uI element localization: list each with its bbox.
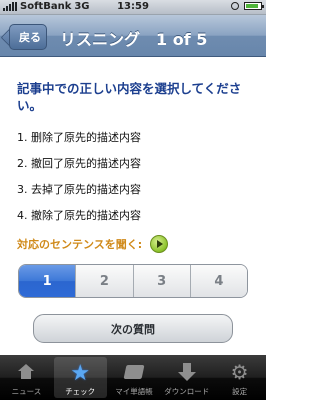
tab-label: チェック — [65, 387, 96, 396]
tab-label: ダウンロード — [164, 387, 210, 396]
tab-label: マイ単語帳 — [115, 387, 153, 396]
option-3[interactable]: 3. 去掉了原先的描述内容 — [17, 182, 141, 208]
book-icon — [122, 362, 146, 382]
tab-check[interactable]: ★ チェック — [53, 357, 107, 398]
gear-icon: ⚙ — [230, 360, 249, 384]
tab-label: ニュース — [11, 387, 42, 396]
tab-bar: ニュース ★ チェック マイ単語帳 ダウンロード ⚙ 設定 — [0, 355, 266, 400]
tab-download[interactable]: ダウンロード — [160, 355, 213, 400]
page-title: リスニング 1 of 5 — [60, 30, 208, 49]
next-question-button[interactable]: 次の質問 — [33, 314, 233, 343]
star-icon: ★ — [70, 361, 91, 386]
listen-row: 対応のセンテンスを聞く: — [17, 234, 169, 254]
status-bar: SoftBank 3G 13:59 — [0, 0, 266, 15]
answer-segmented-control: 1 2 3 4 — [18, 264, 248, 298]
segment-1[interactable]: 1 — [19, 265, 76, 297]
option-1[interactable]: 1. 删除了原先的描述内容 — [17, 130, 141, 156]
segment-4[interactable]: 4 — [189, 265, 247, 297]
listen-label: 対応のセンテンスを聞く: — [17, 238, 143, 251]
download-icon — [175, 362, 199, 382]
clock: 13:59 — [117, 1, 149, 12]
tab-news[interactable]: ニュース — [0, 355, 53, 400]
question-text: 記事中での正しい内容を選択してください。 — [17, 81, 242, 113]
battery-icon — [244, 2, 264, 10]
segment-3[interactable]: 3 — [132, 265, 190, 297]
alarm-icon — [231, 2, 239, 10]
home-icon — [14, 362, 38, 382]
segment-2[interactable]: 2 — [75, 265, 133, 297]
tab-settings[interactable]: ⚙ 設定 — [213, 355, 266, 400]
option-4[interactable]: 4. 撤除了原先的描述内容 — [17, 208, 141, 234]
tab-my-wordbook[interactable]: マイ単語帳 — [108, 355, 161, 400]
option-2[interactable]: 2. 撤回了原先的描述内容 — [17, 156, 141, 182]
answer-options: 1. 删除了原先的描述内容 2. 撤回了原先的描述内容 3. 去掉了原先的描述内… — [17, 130, 141, 234]
tab-label: 設定 — [232, 387, 248, 396]
play-button[interactable] — [150, 235, 169, 253]
back-button[interactable]: 戻る — [9, 24, 47, 50]
navigation-bar: 戻る リスニング 1 of 5 — [0, 15, 266, 57]
status-right — [231, 2, 264, 10]
